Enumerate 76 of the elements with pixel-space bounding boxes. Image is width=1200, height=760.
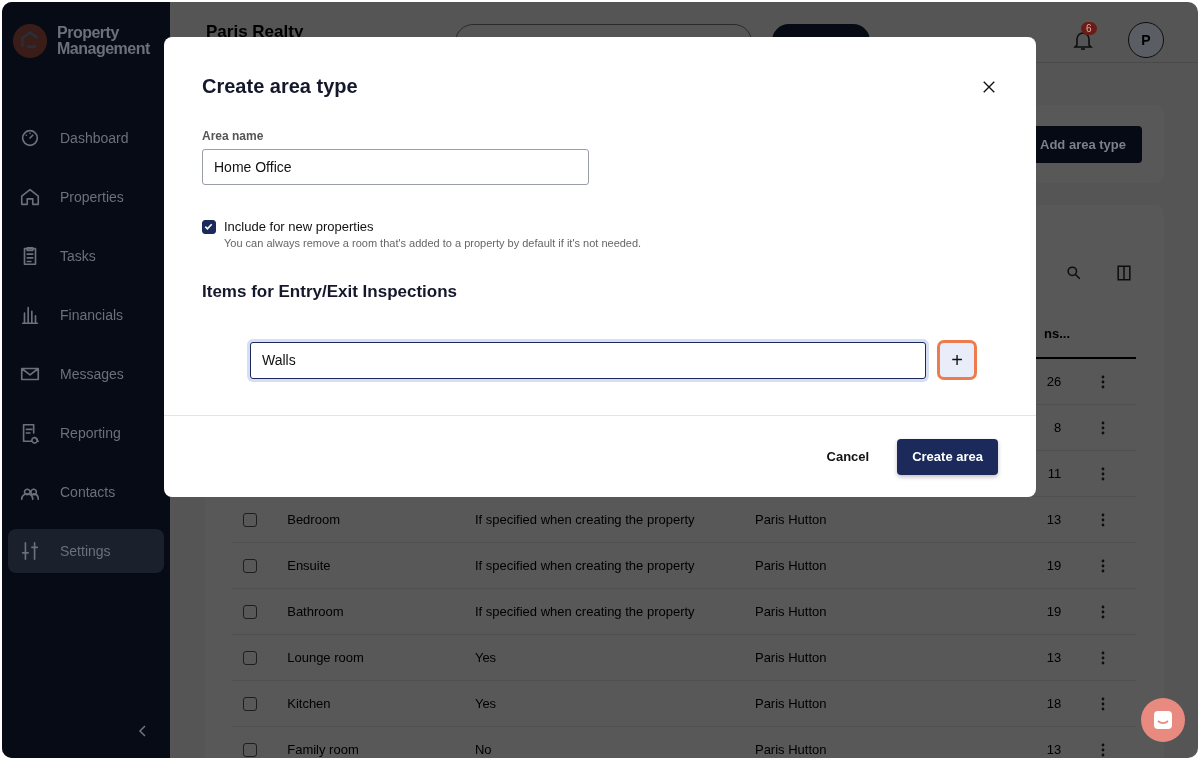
dashboard-gauge-icon bbox=[19, 127, 41, 149]
notification-badge: 6 bbox=[1081, 22, 1097, 35]
dialog-title: Create area type bbox=[202, 75, 358, 98]
table-cell: Family room bbox=[287, 742, 359, 757]
table-cell: Paris Hutton bbox=[754, 558, 827, 573]
sidebar-item[interactable]: Tasks bbox=[8, 234, 164, 278]
row-checkbox[interactable] bbox=[243, 696, 257, 711]
sidebar-item[interactable]: Financials bbox=[8, 293, 164, 337]
row-checkbox[interactable] bbox=[243, 604, 257, 619]
table-cell: 13 bbox=[1046, 742, 1062, 757]
more-options-icon[interactable] bbox=[1100, 650, 1105, 665]
include-checkbox[interactable] bbox=[202, 220, 216, 234]
table-cell: Ensuite bbox=[287, 558, 331, 573]
field-label: Area name bbox=[202, 129, 265, 143]
close-icon[interactable] bbox=[982, 79, 996, 94]
sidebar-item[interactable]: Contacts bbox=[8, 470, 164, 514]
table-cell: 13 bbox=[1046, 650, 1062, 665]
table-cell: 19 bbox=[1046, 558, 1062, 573]
more-options-icon[interactable] bbox=[1100, 742, 1105, 757]
more-options-icon[interactable] bbox=[1100, 466, 1105, 481]
row-checkbox[interactable] bbox=[243, 512, 257, 527]
more-options-icon[interactable] bbox=[1100, 420, 1105, 435]
sliders-icon bbox=[19, 540, 41, 562]
table-cell: Yes bbox=[474, 650, 497, 665]
hint-text: You can always remove a room that's added to a property by default if it's not needed. bbox=[224, 237, 642, 249]
column-header[interactable]: ns... bbox=[1044, 325, 1070, 341]
table-cell: 18 bbox=[1046, 696, 1062, 711]
table-cell: 19 bbox=[1046, 604, 1062, 619]
chat-icon bbox=[1151, 708, 1175, 732]
house-icon bbox=[19, 186, 41, 208]
table-cell: If specified when creating the property bbox=[474, 604, 695, 619]
table-cell: Kitchen bbox=[287, 696, 331, 711]
table-cell: No bbox=[474, 742, 492, 757]
avatar[interactable]: P bbox=[1128, 22, 1164, 58]
sidebar-item[interactable]: Messages bbox=[8, 352, 164, 396]
table-cell: If specified when creating the property bbox=[474, 512, 695, 527]
table-cell: Bathroom bbox=[287, 604, 344, 619]
table-cell: Paris Hutton bbox=[754, 604, 827, 619]
section-heading: Items for Entry/Exit Inspections bbox=[202, 282, 459, 302]
more-options-icon[interactable] bbox=[1100, 604, 1105, 619]
more-options-icon[interactable] bbox=[1100, 696, 1105, 711]
collapse-chevron-icon[interactable] bbox=[138, 724, 148, 738]
table-cell: 11 bbox=[1047, 466, 1062, 481]
table-cell: Lounge room bbox=[287, 650, 364, 665]
more-options-icon[interactable] bbox=[1100, 374, 1105, 389]
more-options-icon[interactable] bbox=[1100, 512, 1105, 527]
area-name-field[interactable]: Home Office bbox=[202, 149, 589, 185]
cancel-button[interactable]: Cancel bbox=[822, 441, 874, 472]
row-checkbox[interactable] bbox=[243, 742, 257, 757]
table-cell: 8 bbox=[1053, 420, 1062, 435]
chat-button[interactable] bbox=[1141, 698, 1185, 742]
table-cell: 26 bbox=[1046, 374, 1062, 389]
table-cell: Bedroom bbox=[287, 512, 340, 527]
table-cell: If specified when creating the property bbox=[474, 558, 695, 573]
row-checkbox[interactable] bbox=[243, 650, 257, 665]
bar-chart-icon bbox=[19, 304, 41, 326]
row-checkbox[interactable] bbox=[243, 558, 257, 573]
table-cell: Paris Hutton bbox=[754, 696, 827, 711]
more-options-icon[interactable] bbox=[1100, 558, 1105, 573]
table-cell: Yes bbox=[474, 696, 497, 711]
table-cell: 13 bbox=[1046, 512, 1062, 527]
sidebar-item[interactable]: Properties bbox=[8, 175, 164, 219]
sidebar-item[interactable]: Dashboard bbox=[8, 116, 164, 160]
brand-name: Property Management bbox=[57, 25, 151, 57]
create-area-button[interactable]: Create area bbox=[897, 438, 998, 475]
item-field[interactable]: Walls bbox=[250, 341, 926, 379]
page-title: Paris Realty bbox=[206, 22, 304, 42]
sidebar-item[interactable]: Settings bbox=[8, 529, 164, 573]
add-item-button[interactable]: + bbox=[937, 340, 977, 380]
logo-icon bbox=[11, 22, 49, 60]
table-cell: Paris Hutton bbox=[754, 742, 827, 757]
table-cell: Paris Hutton bbox=[754, 650, 827, 665]
checkbox-label: Include for new properties bbox=[224, 219, 375, 234]
sidebar-item[interactable]: Reporting bbox=[8, 411, 164, 455]
columns-icon[interactable] bbox=[1114, 263, 1134, 283]
table-cell: Paris Hutton bbox=[754, 512, 827, 527]
